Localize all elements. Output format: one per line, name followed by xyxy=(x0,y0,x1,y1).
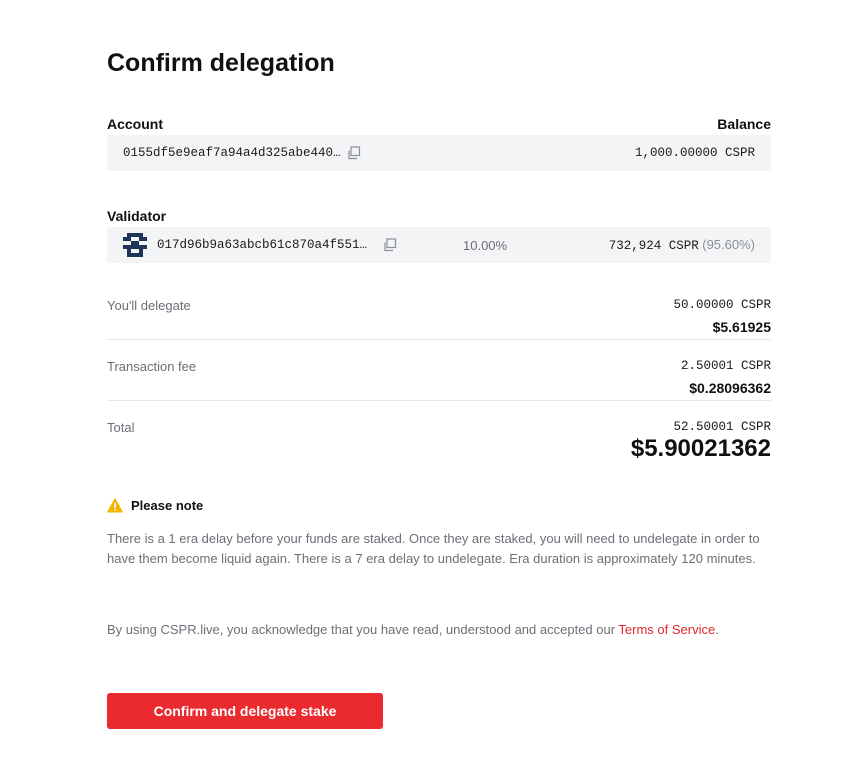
account-bar: 0155df5e9eaf7a94a4d325abe440… 1,000.0000… xyxy=(107,135,771,171)
total-label: Total xyxy=(107,420,135,435)
fee-usd: $0.28096362 xyxy=(689,380,771,396)
account-balance: 1,000.00000 CSPR xyxy=(634,146,755,160)
total-row: Total 52.50001 CSPR $5.90021362 xyxy=(107,420,771,470)
account-address: 0155df5e9eaf7a94a4d325abe440… xyxy=(123,146,341,160)
account-header: Account Balance xyxy=(107,116,771,132)
validator-stake-share: (95.60%) xyxy=(702,237,755,252)
validator-avatar-icon xyxy=(123,233,147,257)
delegate-usd: $5.61925 xyxy=(712,319,771,335)
note-header: Please note xyxy=(107,498,203,513)
warning-icon xyxy=(107,498,123,513)
validator-stake: 732,924 CSPR xyxy=(608,239,699,253)
validator-header: Validator xyxy=(107,208,771,224)
fee-row: Transaction fee 2.50001 CSPR $0.28096362 xyxy=(107,359,771,399)
page-title: Confirm delegation xyxy=(107,49,335,77)
ack-text: By using CSPR.live, you acknowledge that… xyxy=(107,622,619,637)
divider xyxy=(107,400,771,401)
fee-amount: 2.50001 CSPR xyxy=(680,359,771,373)
delegate-label: You'll delegate xyxy=(107,298,191,313)
fee-label: Transaction fee xyxy=(107,359,197,374)
delegate-row: You'll delegate 50.00000 CSPR $5.61925 xyxy=(107,298,771,338)
copy-icon[interactable] xyxy=(347,146,361,160)
terms-link[interactable]: Terms of Service xyxy=(618,622,715,637)
confirm-delegate-button[interactable]: Confirm and delegate stake xyxy=(107,693,383,729)
account-heading: Account xyxy=(107,116,163,132)
acknowledgement: By using CSPR.live, you acknowledge that… xyxy=(107,622,771,637)
ack-suffix: . xyxy=(715,622,719,637)
validator-heading: Validator xyxy=(107,208,167,224)
divider xyxy=(107,339,771,340)
delegate-amount: 50.00000 CSPR xyxy=(673,298,771,312)
copy-icon[interactable] xyxy=(383,238,397,252)
validator-bar: 017d96b9a63abcb61c870a4f551… 10.00% 732,… xyxy=(107,227,771,263)
total-usd: $5.90021362 xyxy=(630,435,771,462)
total-amount: 52.50001 CSPR xyxy=(673,420,771,434)
balance-heading: Balance xyxy=(717,116,771,132)
validator-address: 017d96b9a63abcb61c870a4f551… xyxy=(157,238,368,252)
note-title: Please note xyxy=(131,498,204,513)
note-text: There is a 1 era delay before your funds… xyxy=(107,531,760,566)
validator-commission: 10.00% xyxy=(463,237,508,253)
